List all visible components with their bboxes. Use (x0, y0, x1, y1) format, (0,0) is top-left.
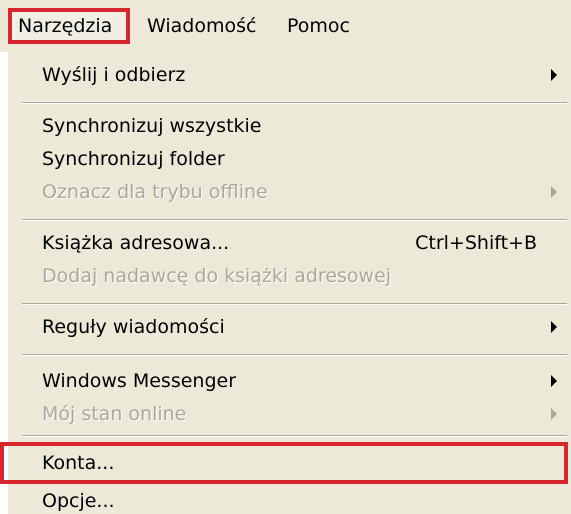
menu-item-mark-offline: Oznacz dla trybu offline (8, 173, 571, 211)
submenu-arrow-icon (551, 408, 557, 420)
menu-separator (22, 435, 567, 437)
menu-item-online-status: Mój stan online (8, 395, 571, 433)
menu-separator (22, 303, 567, 305)
submenu-arrow-icon (551, 375, 557, 387)
menu-narzedzia[interactable]: Narzędzia (8, 8, 130, 44)
menu-item-send-receive[interactable]: Wyślij i odbierz (8, 56, 571, 94)
menu-separator (22, 354, 567, 356)
menu-bar: Narzędzia Wiadomość Pomoc (0, 0, 571, 52)
menu-item-message-rules[interactable]: Reguły wiadomości (8, 308, 571, 346)
submenu-arrow-icon (551, 69, 557, 81)
submenu-arrow-icon (551, 186, 557, 198)
menu-separator (22, 102, 567, 104)
menu-item-options[interactable]: Opcje... (8, 482, 571, 514)
menu-item-label: Dodaj nadawcę do książki adresowej (42, 265, 392, 287)
narzedzia-dropdown-menu: Wyślij i odbierz Synchronizuj wszystkie … (0, 52, 571, 514)
menu-item-label: Reguły wiadomości (42, 316, 225, 338)
menu-item-label: Konta... (42, 452, 115, 474)
menu-item-add-sender: Dodaj nadawcę do książki adresowej (8, 257, 571, 295)
menu-item-label: Opcje... (42, 490, 115, 512)
menu-item-accounts[interactable]: Konta... (0, 442, 568, 484)
menu-item-label: Wyślij i odbierz (42, 64, 186, 86)
menu-item-label: Mój stan online (42, 403, 187, 425)
menu-wiadomosc[interactable]: Wiadomość (147, 8, 256, 44)
menu-pomoc[interactable]: Pomoc (287, 8, 350, 44)
submenu-arrow-icon (551, 321, 557, 333)
menu-separator (22, 219, 567, 221)
screenshot-canvas: Narzędzia Wiadomość Pomoc Wyślij i odbie… (0, 0, 571, 514)
menu-item-label: Oznacz dla trybu offline (42, 181, 268, 203)
